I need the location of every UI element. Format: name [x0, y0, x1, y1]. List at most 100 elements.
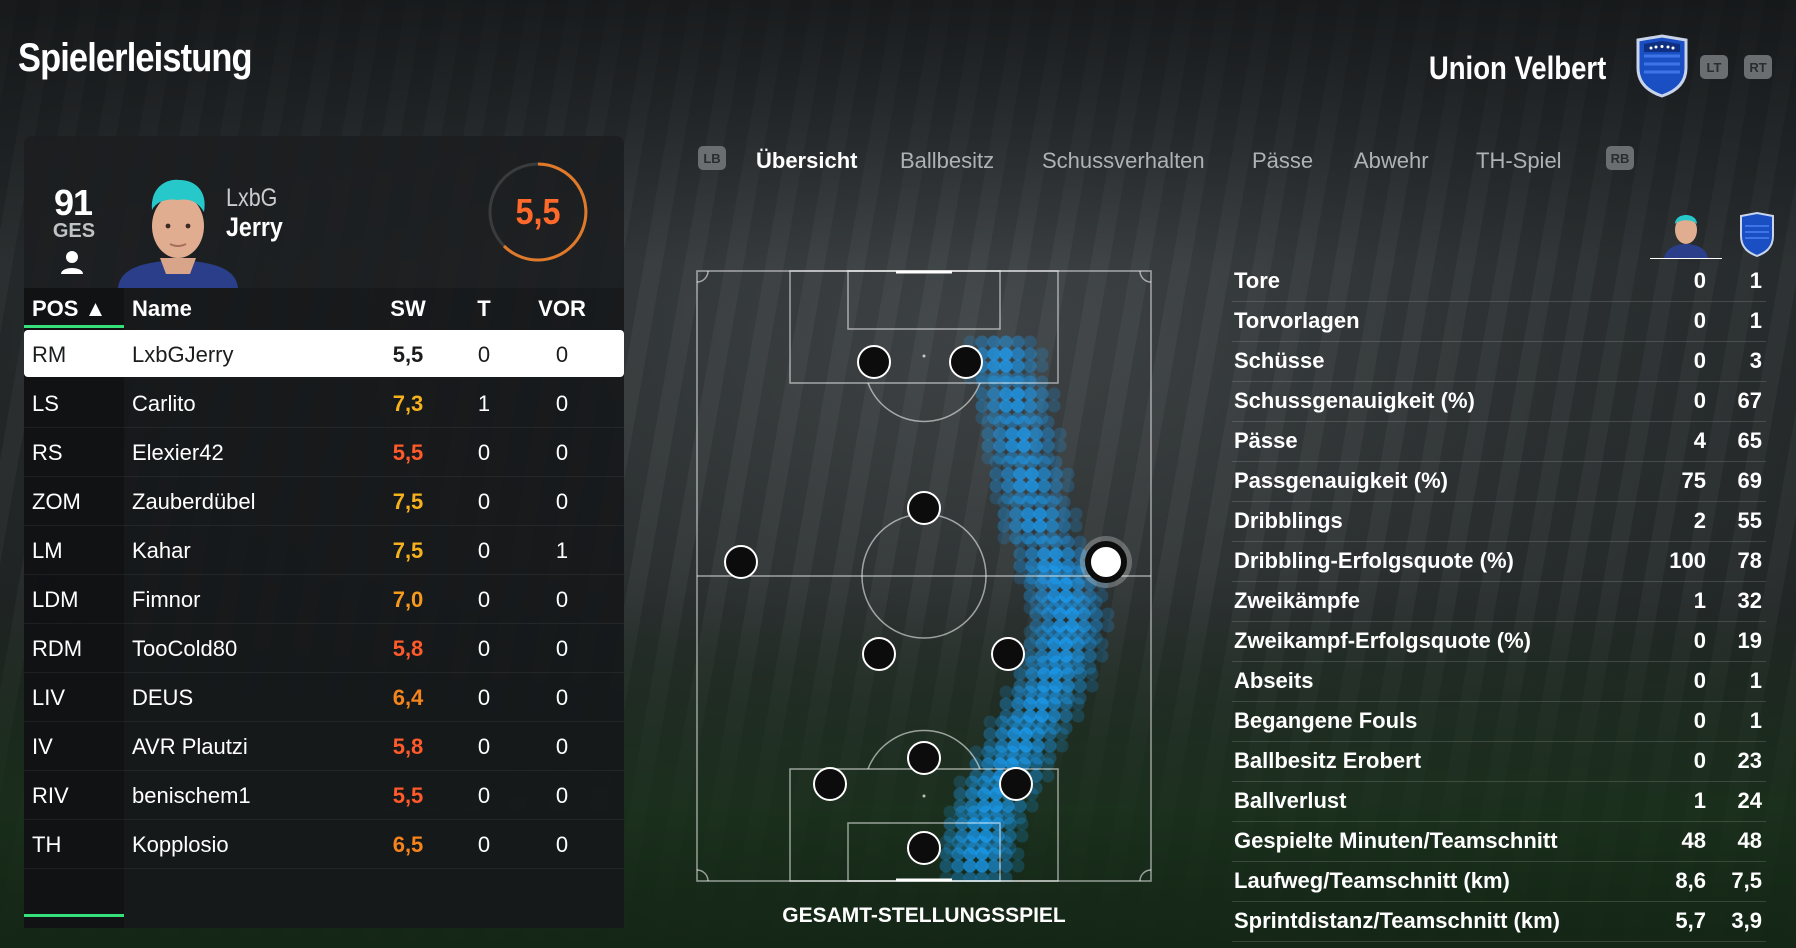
header-name[interactable]: Name — [132, 296, 192, 322]
player-position: RS — [32, 440, 63, 465]
tab-uebersicht[interactable]: Übersicht — [756, 148, 857, 174]
table-row[interactable]: TH Kopplosio 6,5 0 0 — [24, 820, 624, 869]
tab-abwehr[interactable]: Abwehr — [1354, 148, 1429, 174]
stat-team-value: 32 — [1737, 588, 1762, 613]
tab-paesse[interactable]: Pässe — [1252, 148, 1313, 174]
tab-th-spiel[interactable]: TH-Spiel — [1476, 148, 1562, 174]
stat-player-value: 100 — [1669, 548, 1706, 573]
table-row[interactable]: LDM Fimnor 7,0 0 0 — [24, 575, 624, 624]
lt-button[interactable]: LT — [1700, 55, 1728, 79]
rb-button[interactable]: RB — [1606, 146, 1634, 170]
stat-label: Sprintdistanz/Teamschnitt (km) — [1234, 908, 1560, 933]
stat-row: Passgenauigkeit (%) 75 69 — [1232, 462, 1766, 502]
stat-label: Schüsse — [1234, 348, 1325, 373]
table-row[interactable]: LIV DEUS 6,4 0 0 — [24, 673, 624, 722]
stat-row: Zweikämpfe 1 32 — [1232, 582, 1766, 622]
position-dot — [907, 741, 941, 775]
stat-player-value: 4 — [1693, 428, 1706, 453]
stat-label: Ballbesitz Erobert — [1234, 748, 1422, 773]
stat-label: Dribbling-Erfolgsquote (%) — [1234, 548, 1514, 573]
header-vor[interactable]: VOR — [536, 296, 588, 322]
stat-label: Begangene Fouls — [1234, 708, 1418, 733]
player-column-avatar — [1650, 206, 1722, 259]
match-rating: 5,5 — [515, 191, 561, 232]
position-dot — [907, 491, 941, 525]
player-card: 91 GES LxbG Jerry 5,5 — [24, 136, 624, 288]
assists-cell: 0 — [555, 685, 569, 710]
player-name-cell: Kahar — [132, 538, 191, 563]
stat-team-value: 1 — [1749, 268, 1762, 293]
goals-cell: 0 — [477, 783, 491, 808]
tab-schussverhalten[interactable]: Schussverhalten — [1042, 148, 1205, 174]
lb-button[interactable]: LB — [698, 146, 726, 170]
stat-player-value: 0 — [1693, 748, 1706, 773]
goals-cell: 0 — [477, 342, 491, 367]
player-name-cell: LxbGJerry — [132, 342, 234, 367]
table-row[interactable]: LM Kahar 7,5 0 1 — [24, 526, 624, 575]
stat-player-value: 1 — [1693, 588, 1706, 613]
player-name: Jerry — [226, 212, 283, 242]
stat-row: Ballverlust 1 24 — [1232, 782, 1766, 822]
goals-cell: 0 — [477, 538, 491, 563]
stat-row: Laufweg/Teamschnitt (km) 8,6 7,5 — [1232, 862, 1766, 902]
stat-player-value: 0 — [1693, 668, 1706, 693]
table-row[interactable]: RS Elexier42 5,5 0 0 — [24, 428, 624, 477]
stat-team-value: 23 — [1737, 748, 1762, 773]
player-name-cell: Kopplosio — [132, 832, 229, 857]
player-rating-cell: 5,8 — [392, 636, 424, 661]
stat-label: Schussgenauigkeit (%) — [1234, 388, 1475, 413]
table-row[interactable]: IV AVR Plautzi 5,8 0 0 — [24, 722, 624, 771]
header-sw[interactable]: SW — [384, 296, 432, 322]
table-row[interactable]: RDM TooCold80 5,8 0 0 — [24, 624, 624, 673]
player-rating-cell: 5,8 — [392, 734, 424, 759]
player-rating-cell: 6,4 — [392, 685, 424, 710]
player-name-cell: benischem1 — [132, 783, 251, 808]
table-row[interactable]: RIV benischem1 5,5 0 0 — [24, 771, 624, 820]
stat-player-value: 0 — [1693, 308, 1706, 333]
player-name-cell: Zauberdübel — [132, 489, 256, 514]
stat-team-value: 3,9 — [1731, 908, 1762, 933]
header-pos[interactable]: POS ▲ — [32, 296, 106, 322]
tab-ballbesitz[interactable]: Ballbesitz — [900, 148, 994, 174]
goals-cell: 0 — [477, 832, 491, 857]
player-name-cell: DEUS — [132, 685, 194, 710]
player-name-cell: Carlito — [132, 391, 196, 416]
stat-label: Dribblings — [1234, 508, 1343, 533]
player-rating-cell: 5,5 — [392, 342, 424, 367]
player-position: LM — [32, 538, 63, 563]
stat-label: Ballverlust — [1234, 788, 1347, 813]
player-name-cell: Elexier42 — [132, 440, 224, 465]
goals-cell: 0 — [477, 440, 491, 465]
assists-cell: 0 — [555, 391, 569, 416]
goals-cell: 0 — [477, 734, 491, 759]
assists-cell: 0 — [555, 783, 569, 808]
stat-team-value: 78 — [1737, 548, 1762, 573]
header-t[interactable]: T — [472, 296, 496, 322]
player-rating-cell: 6,5 — [392, 832, 424, 857]
player-name-cell: AVR Plautzi — [132, 734, 248, 759]
rt-button[interactable]: RT — [1744, 55, 1772, 79]
table-row[interactable]: RM LxbGJerry 5,5 0 0 — [24, 330, 624, 377]
stat-label: Zweikampf-Erfolgsquote (%) — [1234, 628, 1532, 653]
position-dot — [999, 767, 1033, 801]
stat-player-value: 0 — [1693, 268, 1706, 293]
stat-team-value: 1 — [1749, 708, 1762, 733]
stat-row: Ballbesitz Erobert 0 23 — [1232, 742, 1766, 782]
club-crest-icon — [1636, 34, 1688, 98]
stat-label: Abseits — [1234, 668, 1314, 693]
goals-cell: 0 — [477, 489, 491, 514]
player-position: ZOM — [32, 489, 81, 514]
pitch-caption: GESAMT-STELLUNGSSPIEL — [782, 904, 1066, 927]
selected-player-dot — [1085, 541, 1127, 583]
stat-team-value: 1 — [1749, 668, 1762, 693]
player-name-cell: Fimnor — [132, 587, 201, 612]
stat-player-value: 0 — [1693, 348, 1706, 373]
stat-row: Zweikampf-Erfolgsquote (%) 0 19 — [1232, 622, 1766, 662]
table-row[interactable]: LS Carlito 7,3 1 0 — [24, 379, 624, 428]
stat-label: Pässe — [1234, 428, 1298, 453]
table-row[interactable]: ZOM Zauberdübel 7,5 0 0 — [24, 477, 624, 526]
stat-row: Tore 0 1 — [1232, 262, 1766, 302]
stat-label: Zweikämpfe — [1234, 588, 1360, 613]
assists-cell: 0 — [555, 342, 569, 367]
position-dot — [862, 637, 896, 671]
